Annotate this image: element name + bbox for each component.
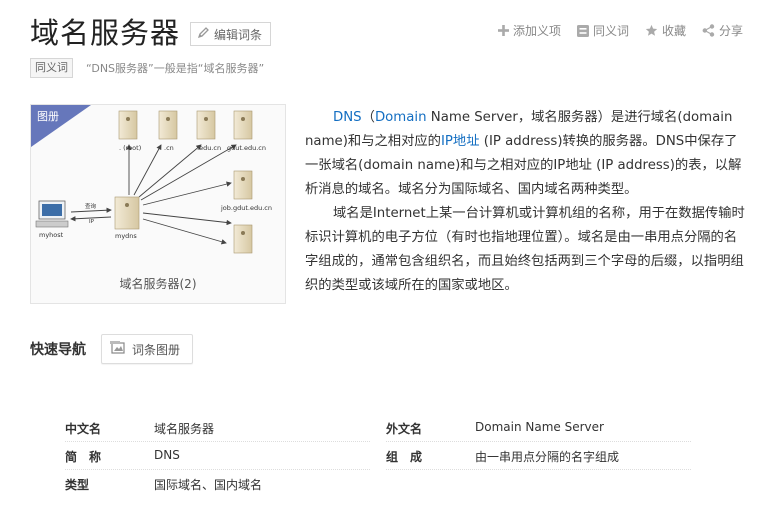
- divider: [386, 469, 691, 470]
- favorite-label: 收藏: [661, 24, 686, 38]
- root-server: [118, 110, 138, 140]
- mydns-server: [114, 196, 140, 230]
- share-icon: [702, 24, 715, 37]
- myhost-label: myhost: [39, 231, 64, 239]
- favorite-button[interactable]: 收藏: [645, 22, 686, 39]
- summary-paragraph-2: 域名是Internet上某一台计算机或计算机组的名称，用于在数据传输时标识计算机…: [305, 206, 745, 293]
- quick-nav-label: 快速导航: [30, 342, 86, 358]
- share-button[interactable]: 分享: [702, 22, 743, 39]
- add-item-label: 添加义项: [512, 24, 561, 38]
- synonym-label: 同义词: [592, 24, 629, 38]
- gdut-label: gdut.edu.cn: [227, 144, 266, 152]
- divider: [386, 441, 691, 442]
- album-tag-label: 图册: [37, 110, 59, 123]
- divider: [65, 441, 370, 442]
- domain-link[interactable]: Domain: [375, 110, 427, 125]
- myhost-computer: [35, 200, 69, 228]
- server-6: [233, 224, 253, 254]
- synonym-tag[interactable]: 同义词: [30, 58, 73, 78]
- synonym-icon: [576, 24, 589, 37]
- info-key: 组 成: [386, 450, 423, 464]
- entry-album-button[interactable]: 词条图册: [101, 334, 194, 364]
- info-key: 外文名: [386, 422, 423, 436]
- ip-label: IP: [89, 219, 94, 225]
- entry-album-label: 词条图册: [132, 342, 181, 357]
- gdut-server: [233, 110, 253, 140]
- ip-address-link[interactable]: IP地址: [441, 134, 480, 149]
- query-label: 查询: [85, 204, 97, 210]
- info-value: 域名服务器: [154, 422, 215, 436]
- album-card[interactable]: . (root) .cn .edu.cn gdut.edu.cn job.gdu…: [30, 104, 286, 304]
- summary-paragraph-1: DNS（Domain Name Server，域名服务器）是进行域名(domai…: [305, 106, 745, 202]
- info-key: 简 称: [65, 450, 102, 464]
- synonym-text: “DNS服务器”一般是指“域名服务器”: [86, 62, 265, 75]
- job-server: [233, 170, 253, 200]
- summary-text-span: （: [361, 110, 375, 125]
- synonym-button[interactable]: 同义词: [576, 22, 629, 39]
- star-icon: [645, 24, 658, 37]
- header-actions: 添加义项 同义词 收藏 分享: [497, 22, 743, 39]
- edu-cn-label: .edu.cn: [197, 144, 222, 152]
- info-key: 中文名: [65, 422, 102, 436]
- job-label: job.gdut.edu.cn: [221, 204, 272, 212]
- summary-text: DNS（Domain Name Server，域名服务器）是进行域名(domai…: [305, 106, 745, 298]
- pencil-icon: [197, 26, 210, 42]
- mydns-label: mydns: [115, 232, 137, 240]
- edit-entry-button[interactable]: 编辑词条: [190, 22, 272, 46]
- info-value: Domain Name Server: [475, 420, 604, 434]
- album-caption: 域名服务器(2): [119, 277, 197, 291]
- info-value: 由一串用点分隔的名字组成: [475, 450, 620, 464]
- info-value: 国际域名、国内域名: [154, 478, 263, 492]
- plus-icon: [497, 25, 509, 36]
- share-label: 分享: [718, 24, 743, 38]
- divider: [65, 469, 370, 470]
- add-item-button[interactable]: 添加义项: [497, 22, 561, 39]
- edu-cn-server: [196, 110, 216, 140]
- edit-entry-label: 编辑词条: [214, 27, 263, 42]
- page-title: 域名服务器: [30, 16, 181, 50]
- root-label: . (root): [119, 144, 142, 152]
- info-key: 类型: [65, 478, 90, 492]
- dns-link[interactable]: DNS: [333, 110, 362, 125]
- cn-label: .cn: [164, 144, 174, 152]
- cn-server: [158, 110, 178, 140]
- album-icon: [110, 340, 126, 358]
- info-value: DNS: [154, 448, 180, 462]
